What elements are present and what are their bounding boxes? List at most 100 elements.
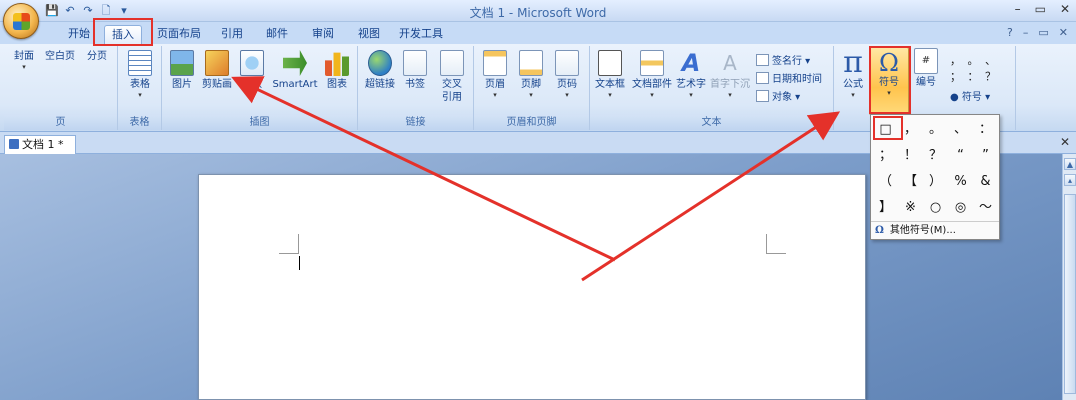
group-label: 文本 [590,115,833,130]
symbol-cell[interactable]: （ [873,169,898,195]
tab-developer[interactable]: 开发工具 [396,25,446,44]
signature-line-icon [756,53,769,66]
equation-icon: π [843,45,863,80]
symbol-cell[interactable]: & [973,169,998,195]
tab-references[interactable]: 引用 [216,25,248,44]
symbol-cell[interactable]: “ [948,143,973,169]
smartart-icon [283,50,307,76]
special-symbol[interactable]: 。 [968,52,979,68]
group-text: 文本框 ▾ 文档部件 ▾ A 艺术字 ▾ A 首字下沉 ▾ 签名行 ▾ 日期和时间 对象… [590,46,834,130]
symbol-cell[interactable]: ； [873,143,898,169]
special-symbol[interactable]: ？ [985,68,996,84]
group-tables: 表格 ▾ 表格 [118,46,162,130]
help-icon[interactable]: ? [1007,26,1013,39]
clipart-button[interactable]: 剪贴画 [200,50,234,91]
textbox-icon [598,50,622,76]
margin-corner-top-right [766,234,786,254]
picture-button[interactable]: 图片 [168,50,196,91]
close-button[interactable]: ✕ [1060,2,1070,16]
bookmark-button[interactable]: 书签 [400,50,430,91]
footer-icon [519,50,543,76]
clipart-icon [205,50,229,76]
special-symbol[interactable]: ： [968,68,979,84]
cover-page-button[interactable]: 封面 ▾ [8,50,230,250]
quick-parts-icon [640,50,664,76]
doc-close-button[interactable]: ✕ [1059,26,1068,39]
dropcap-button[interactable]: A 首字下沉 ▾ [708,50,752,99]
symbol-cell[interactable]: ※ [898,195,923,221]
hyperlink-button[interactable]: 超链接 [362,50,398,91]
chart-button[interactable]: 图表 [322,50,352,91]
table-icon [128,50,152,76]
annotation-box-symbol-button [869,46,911,114]
textbox-button[interactable]: 文本框 ▾ [592,50,628,99]
blank-page-button[interactable]: 空白页 [42,50,264,250]
symbol-cell[interactable]: % [948,169,973,195]
date-time-button[interactable]: 日期和时间 [756,70,822,85]
footer-button[interactable]: 页脚 ▾ [516,50,546,99]
bookmark-icon [403,50,427,76]
object-button[interactable]: 对象 ▾ [756,88,800,103]
group-illustrations: 图片 剪贴画 形状 ▾ SmartArt 图表 插图 [162,46,358,130]
shapes-icon [240,50,264,76]
minimize-button[interactable]: – [1015,2,1021,16]
tab-view[interactable]: 视图 [352,25,386,44]
doc-minimize-button[interactable]: – [1023,26,1029,39]
symbol-cell[interactable]: ？ [923,143,948,169]
more-symbols-item[interactable]: Ω 其他符号(M)... [871,221,999,239]
page-break-button[interactable]: 分页 [80,50,302,250]
page-number-icon [555,50,579,76]
group-header-footer: 页眉 ▾ 页脚 ▾ 页码 ▾ 页眉和页脚 [474,46,590,130]
symbol-cell[interactable]: 【 [898,169,923,195]
smartart-button[interactable]: SmartArt [270,50,320,91]
tab-home[interactable]: 开始 [62,25,96,44]
symbol-cell[interactable]: ○ [923,195,948,221]
close-document-icon[interactable]: ✕ [1060,135,1070,149]
office-button[interactable] [3,3,39,39]
vertical-scrollbar[interactable]: ▲ ▴ [1062,154,1076,400]
document-page[interactable] [198,174,866,400]
tab-page-layout[interactable]: 页面布局 [154,25,204,44]
scroll-up-icon[interactable]: ▲ [1064,158,1076,170]
wordart-icon: A [681,49,701,77]
window-title: 文档 1 - Microsoft Word [469,6,607,20]
omega-icon: Ω [875,225,884,236]
cross-reference-button[interactable]: 交叉 引用 [436,50,468,104]
symbol-cell[interactable]: 。 [923,117,948,143]
symbol-cell[interactable]: ） [923,169,948,195]
symbol-cell[interactable]: ◎ [948,195,973,221]
doc-restore-button[interactable]: ▭ [1038,26,1048,39]
special-symbols-dropdown[interactable]: ● 符号 ▾ [950,88,1010,103]
numbering-button[interactable]: # 编号 [910,48,942,89]
equation-button[interactable]: π 公式 ▾ [838,45,868,100]
chart-icon [325,52,349,76]
wordart-button[interactable]: A 艺术字 ▾ [674,50,708,99]
symbol-cell[interactable]: ！ [898,143,923,169]
special-symbol[interactable]: ； [950,68,961,84]
special-symbol[interactable]: ， [950,52,961,68]
symbol-cell[interactable]: 】 [873,195,898,221]
symbol-cell[interactable]: ～ [973,195,998,221]
document-tab[interactable]: 文档 1 * [4,135,76,154]
shapes-button[interactable]: 形状 ▾ [238,50,266,99]
group-pages: 封面 ▾ 空白页 分页 页 [4,46,302,250]
ribbon-tabs: 开始 插入 页面布局 引用 邮件 审阅 视图 开发工具 ? – ▭ ✕ [0,22,1076,44]
restore-button[interactable]: ▭ [1035,2,1046,16]
annotation-box-first-symbol [873,116,903,140]
document-icon [9,139,19,149]
symbol-cell[interactable]: 、 [948,117,973,143]
ruler-toggle-icon[interactable]: ▴ [1064,174,1076,186]
quick-parts-button[interactable]: 文档部件 ▾ [630,50,674,99]
symbol-cell[interactable]: ： [973,117,998,143]
signature-line-button[interactable]: 签名行 ▾ [756,52,810,67]
scroll-thumb[interactable] [1064,194,1076,394]
special-symbol[interactable]: 、 [985,52,996,68]
tab-review[interactable]: 审阅 [306,25,340,44]
table-button[interactable]: 表格 ▾ [124,50,156,99]
special-symbols: ， 。 、 ； ： ？ ● 符号 ▾ [950,52,1010,103]
title-bar: 💾 ↶ ↷ 🗋 ▾ 文档 1 - Microsoft Word – ▭ ✕ [0,0,1076,22]
tab-mailings[interactable]: 邮件 [260,25,294,44]
page-number-button[interactable]: 页码 ▾ [552,50,582,99]
header-button[interactable]: 页眉 ▾ [480,50,510,99]
symbol-cell[interactable]: ” [973,143,998,169]
